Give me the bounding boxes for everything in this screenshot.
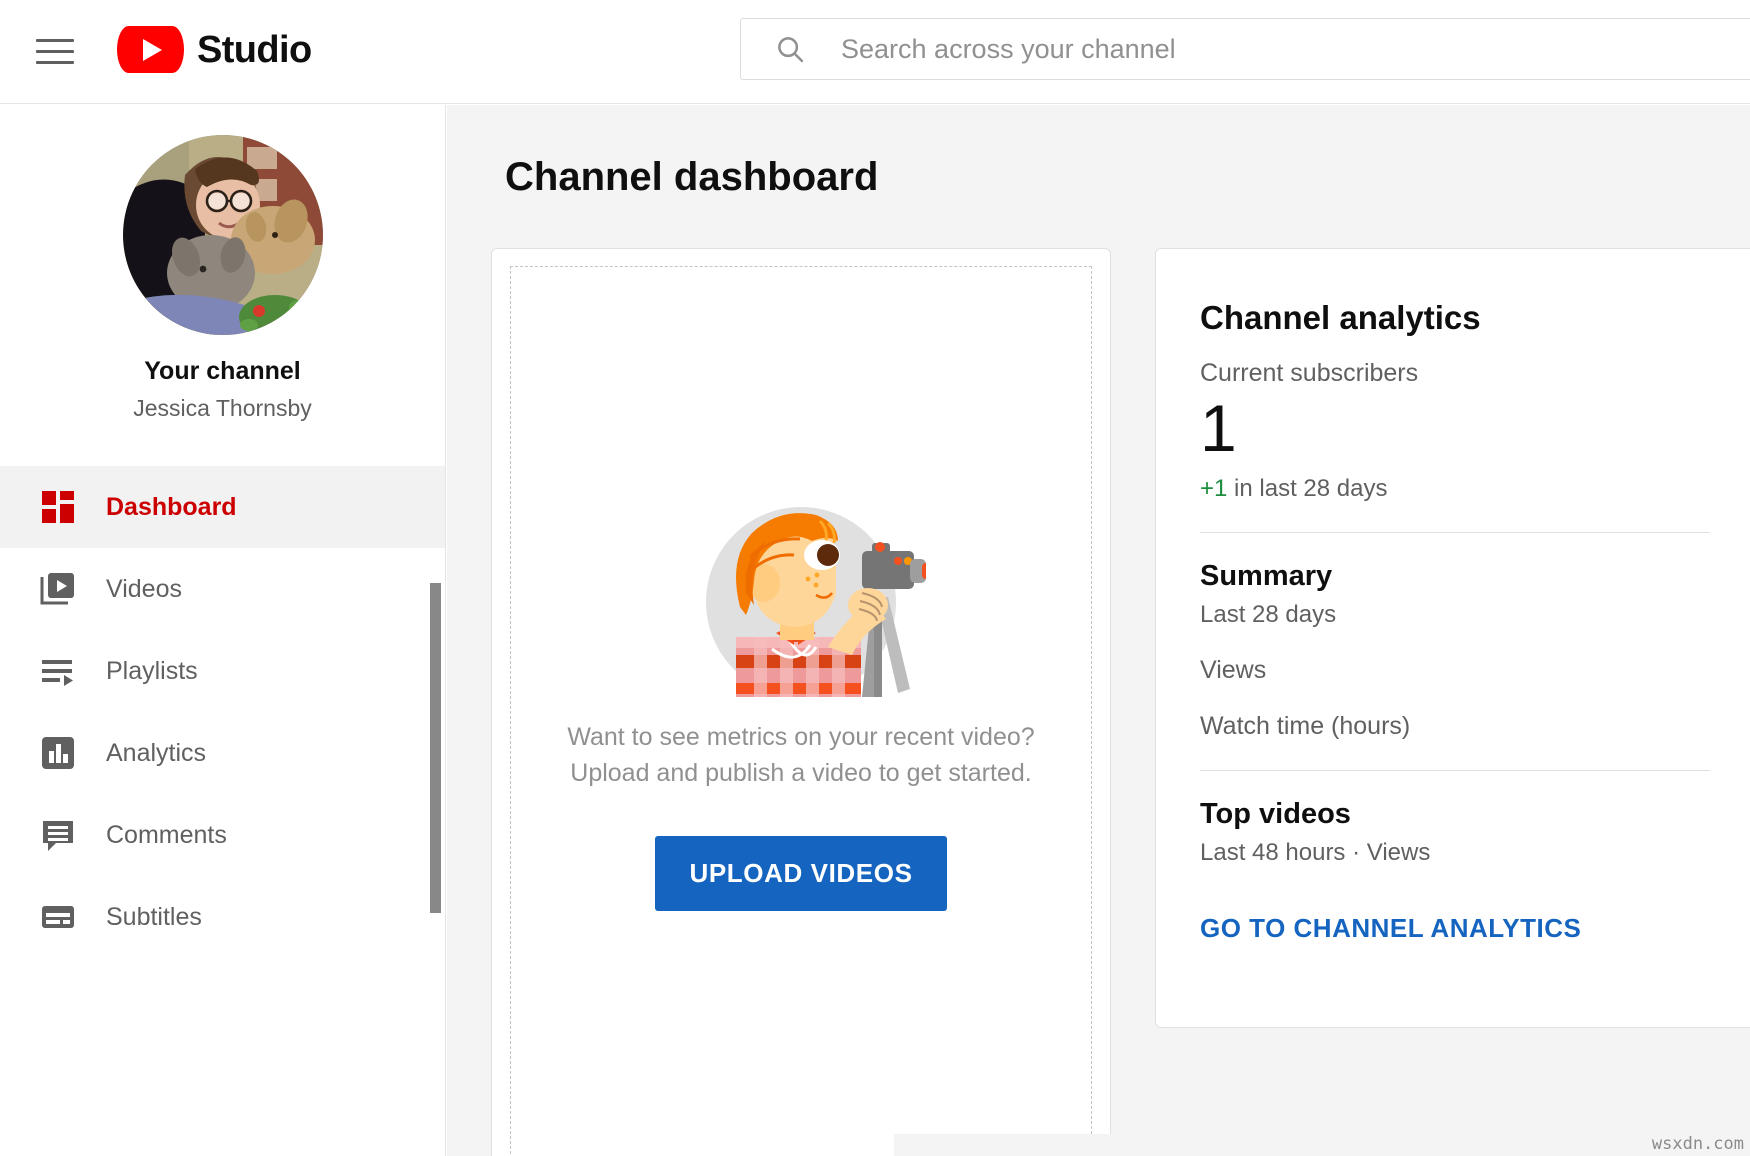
studio-brand[interactable]: Studio	[117, 26, 312, 73]
top-videos-period: Last 48 hours · Views	[1200, 839, 1710, 867]
sidebar-item-dashboard[interactable]: Dashboard	[0, 466, 445, 548]
avatar[interactable]	[123, 135, 323, 335]
search-input[interactable]: Search across your channel	[841, 34, 1176, 65]
sidebar-item-playlists[interactable]: Playlists	[0, 630, 445, 712]
upload-dropzone[interactable]: Want to see metrics on your recent video…	[510, 266, 1092, 1156]
upload-video-card: Want to see metrics on your recent video…	[491, 248, 1111, 1156]
avatar-photo	[123, 135, 323, 335]
sidebar-item-label: Subtitles	[106, 903, 202, 932]
channel-analytics-card: Channel analytics Current subscribers 1 …	[1155, 248, 1750, 1028]
hamburger-line	[36, 61, 74, 64]
analytics-title: Channel analytics	[1200, 299, 1710, 337]
divider	[1200, 532, 1710, 533]
comments-bubble-icon	[37, 814, 79, 856]
videos-stack-icon	[37, 568, 79, 610]
sidebar: Your channel Jessica Thornsby Dashboard	[0, 105, 446, 1156]
search-icon	[775, 34, 805, 64]
sidebar-item-comments[interactable]: Comments	[0, 794, 445, 876]
person-with-camera-illustration	[676, 497, 926, 697]
summary-period: Last 28 days	[1200, 601, 1710, 629]
sidebar-nav: Dashboard Videos	[0, 466, 445, 958]
page-title: Channel dashboard	[505, 155, 1750, 200]
youtube-logo-icon	[117, 26, 184, 73]
sidebar-item-label: Dashboard	[106, 493, 237, 522]
footer-strip	[894, 1134, 1750, 1156]
upload-videos-button[interactable]: UPLOAD VIDEOS	[655, 836, 946, 911]
metric-views: Views	[1200, 656, 1710, 685]
top-bar: Studio Search across your channel	[0, 0, 1750, 104]
youtube-studio-window: Studio Search across your channel	[0, 0, 1750, 1156]
main-content: Channel dashboard	[447, 105, 1750, 1156]
subtitles-icon	[37, 896, 79, 938]
hamburger-line	[36, 39, 74, 42]
sidebar-item-label: Videos	[106, 575, 182, 604]
analytics-bars-icon	[37, 732, 79, 774]
upload-prompt: Want to see metrics on your recent video…	[567, 719, 1034, 792]
play-triangle-icon	[143, 39, 162, 61]
watermark: wsxdn.com	[1652, 1134, 1744, 1154]
sidebar-item-label: Playlists	[106, 657, 198, 686]
playlists-icon	[37, 650, 79, 692]
divider	[1200, 770, 1710, 771]
sidebar-item-analytics[interactable]: Analytics	[0, 712, 445, 794]
subscribers-delta: +1 in last 28 days	[1200, 475, 1710, 503]
sidebar-item-videos[interactable]: Videos	[0, 548, 445, 630]
metric-watch-time: Watch time (hours)	[1200, 712, 1710, 741]
sidebar-item-label: Comments	[106, 821, 227, 850]
upload-prompt-line1: Want to see metrics on your recent video…	[567, 719, 1034, 755]
current-subscribers-label: Current subscribers	[1200, 359, 1710, 388]
sidebar-item-subtitles[interactable]: Subtitles	[0, 876, 445, 958]
your-channel-label: Your channel	[0, 357, 445, 386]
upload-prompt-line2: Upload and publish a video to get starte…	[567, 755, 1034, 791]
dashboard-cards: Want to see metrics on your recent video…	[491, 248, 1750, 1156]
channel-owner-name: Jessica Thornsby	[0, 395, 445, 422]
search-bar[interactable]: Search across your channel	[740, 18, 1750, 80]
sidebar-scrollbar[interactable]	[430, 583, 441, 913]
go-to-channel-analytics-link[interactable]: GO TO CHANNEL ANALYTICS	[1200, 913, 1581, 944]
current-subscribers-value: 1	[1200, 392, 1710, 465]
top-videos-title: Top videos	[1200, 798, 1710, 831]
hamburger-line	[36, 50, 74, 53]
sidebar-item-label: Analytics	[106, 739, 206, 768]
subscribers-delta-value: +1	[1200, 475, 1227, 502]
hamburger-menu-icon[interactable]	[36, 32, 74, 70]
channel-summary: Your channel Jessica Thornsby	[0, 105, 445, 422]
summary-title: Summary	[1200, 560, 1710, 593]
brand-name-label: Studio	[197, 31, 312, 69]
dashboard-grid-icon	[37, 486, 79, 528]
subscribers-delta-suffix: in last 28 days	[1227, 475, 1387, 502]
